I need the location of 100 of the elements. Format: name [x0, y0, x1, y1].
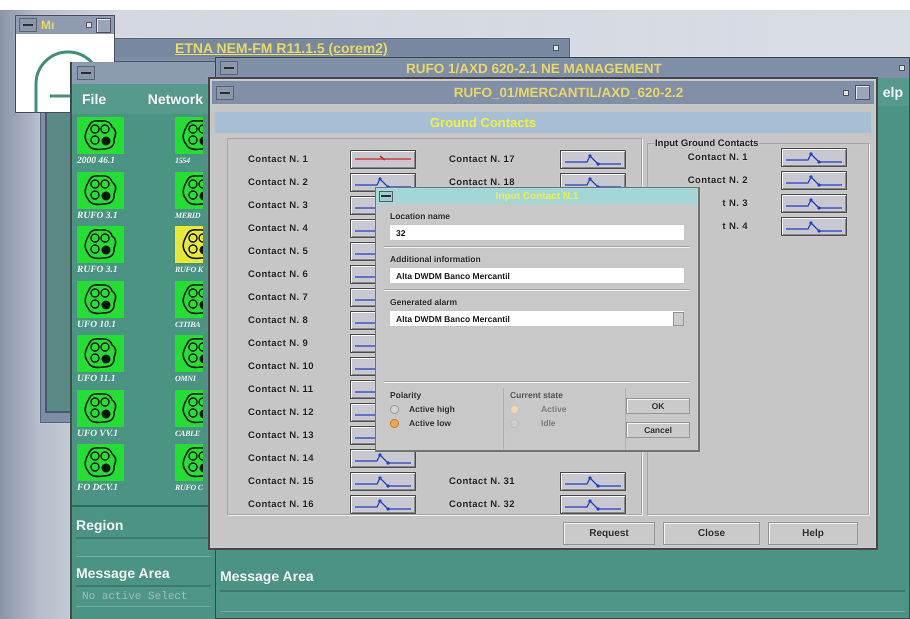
network-element-icon[interactable] [175, 226, 203, 263]
network-element-label: RUFO K [175, 265, 203, 274]
push-button[interactable]: OK [626, 398, 690, 414]
push-button[interactable]: Request [563, 522, 655, 545]
field-label: Generated alarm [390, 297, 458, 307]
contact-label: Contact N. 1 [248, 154, 310, 165]
network-element-icon[interactable] [175, 117, 203, 154]
contact-label: Contact N. 17 [449, 154, 516, 165]
contact-label: Contact N. 4 [248, 223, 310, 234]
contact-switch-button[interactable] [350, 150, 416, 169]
network-element-label: UFO 10.1 [77, 320, 116, 330]
network-element-icon[interactable] [175, 280, 203, 318]
network-element-icon[interactable] [175, 172, 203, 208]
network-element-icon[interactable] [175, 335, 203, 372]
contact-label: Contact N. 31 [449, 476, 516, 487]
group-title: Polarity [390, 390, 422, 400]
contact-label: Contact N. 32 [449, 499, 516, 510]
network-element-label: CABLE [175, 428, 200, 438]
dropdown-button[interactable] [673, 312, 684, 326]
minimize-button[interactable] [843, 90, 849, 96]
maximize-button[interactable] [855, 85, 870, 100]
contact-label: Contact N. 14 [248, 453, 315, 464]
contact-switch-button[interactable] [350, 449, 416, 468]
radio-button[interactable] [390, 404, 399, 414]
contact-label: Contact N. 13 [248, 430, 315, 441]
contact-switch-button[interactable] [560, 472, 626, 491]
radio-label: Idle [541, 418, 556, 428]
network-element-label: UFO VV.1 [77, 428, 118, 438]
network-element-label: RUFO C [175, 483, 203, 492]
contact-label: Contact N. 2 [686, 175, 748, 186]
network-element-icon[interactable] [175, 444, 203, 481]
contact-switch-button[interactable] [350, 495, 416, 514]
network-element-label: 2000 46.1 [77, 156, 115, 166]
field-label: Location name [390, 211, 451, 221]
contact-label: Contact N. 1 [686, 152, 748, 163]
push-button[interactable]: Cancel [626, 422, 690, 438]
contact-label: t N. 4 [721, 221, 748, 232]
contact-switch-button[interactable] [560, 495, 626, 514]
field-label: Additional information [390, 254, 482, 264]
push-button[interactable]: Help [768, 522, 858, 545]
window-title: Mı [41, 18, 56, 32]
contact-switch-button[interactable] [781, 171, 847, 190]
window-menu-button[interactable] [19, 18, 37, 32]
window-menu-button[interactable] [220, 61, 238, 75]
network-element-icon[interactable] [175, 390, 203, 426]
dialog-title: Input Contact N.1 [494, 190, 580, 202]
contact-label: Contact N. 12 [248, 407, 315, 418]
network-element-icon[interactable] [77, 335, 124, 372]
region-field[interactable] [76, 537, 211, 557]
group-title: Input Ground Contacts [654, 138, 760, 149]
push-button[interactable]: Close [663, 522, 760, 545]
message-field: No active Select [76, 585, 211, 607]
contact-label: Contact N. 3 [248, 200, 310, 211]
contact-switch-button[interactable] [560, 150, 626, 169]
window-title: RUFO 1/AXD 620-2.1 NE MANAGEMENT [406, 60, 663, 76]
input-field[interactable]: 32 [390, 225, 684, 240]
network-element-icon[interactable] [77, 226, 124, 263]
contact-label: t N. 3 [721, 198, 748, 209]
section-label: Region [75, 516, 124, 535]
radio-label: Active low [409, 418, 452, 428]
input-field[interactable]: Alta DWDM Banco Mercantil [390, 268, 684, 283]
contact-label: Contact N. 9 [248, 338, 310, 349]
network-element-icon[interactable] [77, 172, 124, 208]
minimize-button[interactable] [899, 65, 905, 71]
maximize-button[interactable] [96, 18, 111, 32]
network-element-label: RUFO 3.1 [77, 265, 118, 275]
contact-label: Contact N. 5 [248, 246, 310, 257]
contact-label: Contact N. 18 [449, 177, 516, 188]
contact-switch-button[interactable] [781, 217, 847, 236]
network-element-label: UFO 11.1 [77, 374, 116, 384]
network-element-icon[interactable] [77, 444, 124, 481]
network-element-icon[interactable] [77, 280, 124, 318]
contact-label: Contact N. 16 [248, 499, 315, 510]
network-element-label: CITIBA [175, 320, 200, 328]
radio-button[interactable] [390, 418, 399, 428]
minimize-button[interactable] [86, 22, 92, 28]
window-title: ETNA NEM-FM R11.1.5 (corem2) [175, 40, 388, 56]
network-element-label: OMNI [175, 374, 196, 383]
panel-title: Ground Contacts [430, 115, 538, 130]
window-menu-button[interactable] [379, 190, 393, 202]
contact-switch-button[interactable] [781, 194, 847, 213]
network-element-label: RUFO 3.1 [77, 210, 118, 220]
network-element-icon[interactable] [77, 117, 124, 154]
window-menu-button[interactable] [77, 66, 95, 80]
radio-label: Active [541, 404, 567, 414]
contact-switch-button[interactable] [350, 472, 416, 491]
contact-switch-button[interactable] [781, 148, 847, 167]
contact-label: Contact N. 10 [248, 361, 315, 372]
dropdown-field[interactable]: Alta DWDM Banco Mercantil [390, 311, 684, 326]
contact-label: Contact N. 11 [248, 384, 314, 395]
contact-label: Contact N. 7 [248, 292, 310, 303]
window-menu-button[interactable] [216, 86, 234, 100]
group-title: Current state [510, 390, 564, 400]
contact-label: Contact N. 15 [248, 476, 315, 487]
minimize-button[interactable] [553, 45, 559, 51]
contact-label: Contact N. 2 [248, 177, 310, 188]
window-title: RUFO_01/MERCANTIL/AXD_620-2.2 [452, 85, 684, 100]
section-label: Message Area [75, 564, 171, 583]
network-element-label: 1554 [175, 156, 190, 165]
network-element-icon[interactable] [77, 390, 124, 426]
